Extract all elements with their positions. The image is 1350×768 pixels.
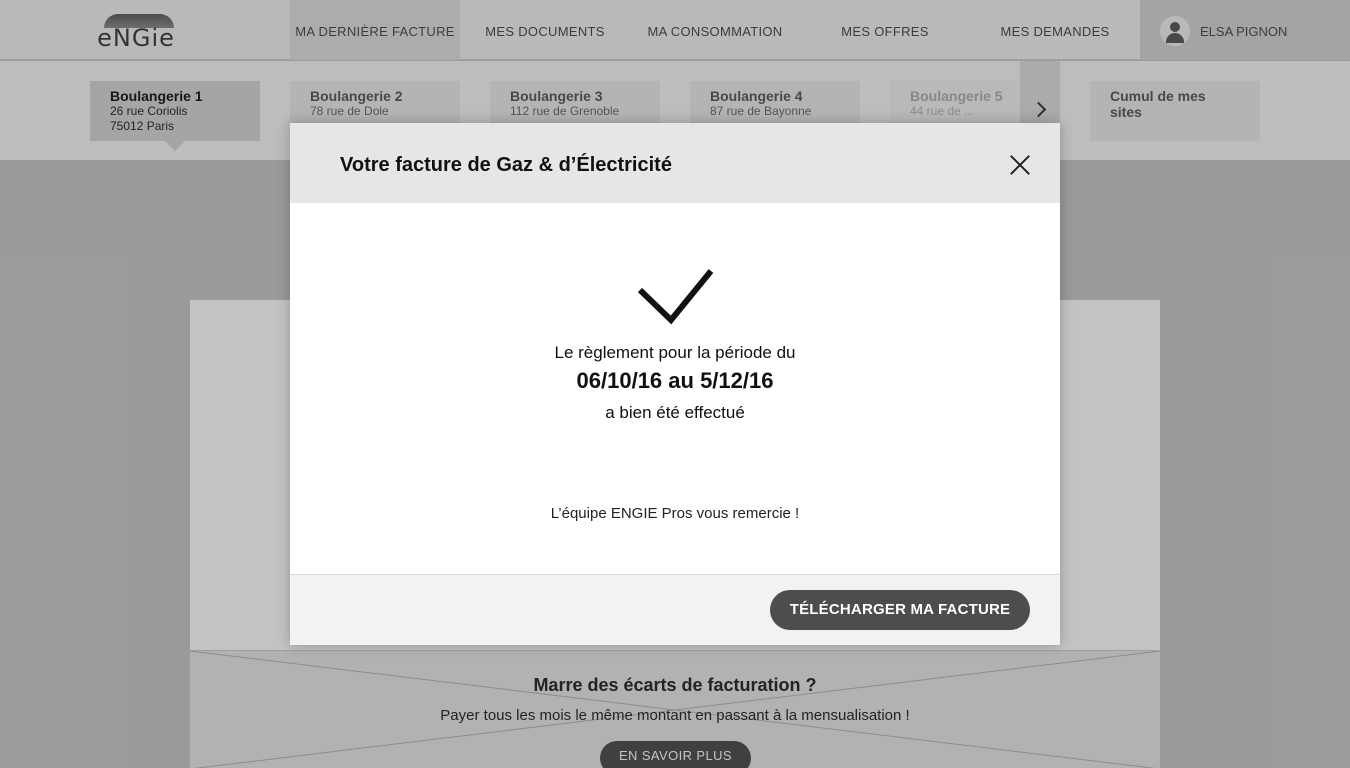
confirmation-status: a bien été effectué — [605, 403, 745, 422]
modal-title: Votre facture de Gaz & d’Électricité — [340, 154, 672, 176]
payment-confirmation-modal: Votre facture de Gaz & d’Électricité Le … — [290, 123, 1060, 645]
close-icon[interactable] — [1006, 151, 1034, 179]
download-invoice-button[interactable]: TÉLÉCHARGER MA FACTURE — [770, 590, 1030, 630]
modal-footer: TÉLÉCHARGER MA FACTURE — [290, 574, 1060, 645]
billing-period: 06/10/16 au 5/12/16 — [576, 368, 774, 393]
modal-header: Votre facture de Gaz & d’Électricité — [290, 123, 1060, 203]
check-icon — [637, 269, 714, 325]
thanks-message: L’équipe ENGIE Pros vous remercie ! — [550, 505, 800, 522]
confirmation-text: Le règlement pour la période du — [554, 343, 796, 362]
